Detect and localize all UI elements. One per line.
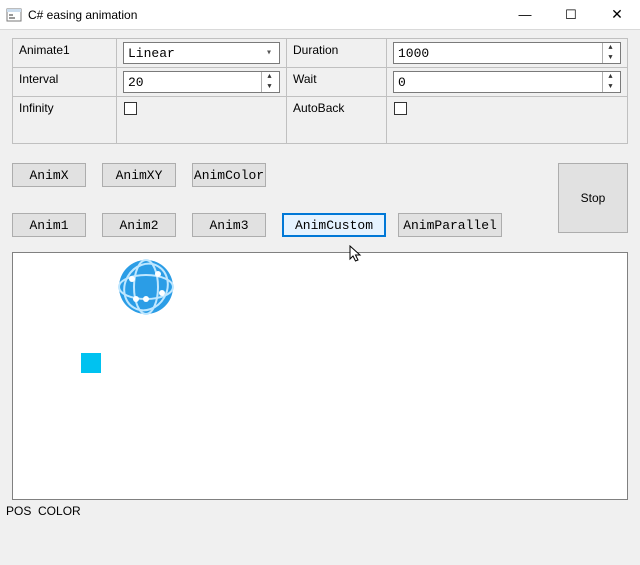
interval-label: Interval <box>13 68 117 96</box>
globe-sprite <box>118 259 174 315</box>
window-title: C# easing animation <box>28 8 137 22</box>
spinner-buttons[interactable]: ▲▼ <box>261 72 277 92</box>
square-sprite <box>81 353 101 373</box>
autoback-checkbox[interactable] <box>394 102 407 115</box>
status-pos: POS <box>6 504 31 518</box>
animate1-combobox[interactable]: Linear ▾ <box>123 42 280 64</box>
infinity-label: Infinity <box>13 97 117 143</box>
animx-button[interactable]: AnimX <box>12 163 86 187</box>
duration-spinner[interactable]: 1000 ▲▼ <box>393 42 621 64</box>
settings-panel: Animate1 Linear ▾ Duration 1000 ▲▼ Inter… <box>12 38 628 144</box>
animate1-value: Linear <box>128 46 261 61</box>
spinner-buttons[interactable]: ▲▼ <box>602 43 618 63</box>
stop-button[interactable]: Stop <box>558 163 628 233</box>
anim2-button[interactable]: Anim2 <box>102 213 176 237</box>
wait-label: Wait <box>287 68 387 96</box>
anim1-button[interactable]: Anim1 <box>12 213 86 237</box>
interval-value: 20 <box>128 75 261 90</box>
status-color: COLOR <box>38 504 81 518</box>
status-bar: POS COLOR <box>6 504 640 518</box>
button-area: AnimX AnimXY AnimColor Anim1 Anim2 Anim3… <box>12 158 628 238</box>
animate1-label: Animate1 <box>13 39 117 67</box>
titlebar: C# easing animation — ☐ ✕ <box>0 0 640 30</box>
anim3-button[interactable]: Anim3 <box>192 213 266 237</box>
minimize-button[interactable]: — <box>502 0 548 30</box>
animation-canvas <box>12 252 628 500</box>
duration-value: 1000 <box>398 46 602 61</box>
interval-spinner[interactable]: 20 ▲▼ <box>123 71 280 93</box>
animcustom-button[interactable]: AnimCustom <box>282 213 386 237</box>
autoback-label: AutoBack <box>287 97 387 143</box>
wait-value: 0 <box>398 75 602 90</box>
maximize-button[interactable]: ☐ <box>548 0 594 30</box>
duration-label: Duration <box>287 39 387 67</box>
wait-spinner[interactable]: 0 ▲▼ <box>393 71 621 93</box>
animcolor-button[interactable]: AnimColor <box>192 163 266 187</box>
close-button[interactable]: ✕ <box>594 0 640 30</box>
chevron-down-icon: ▾ <box>261 47 277 59</box>
animparallel-button[interactable]: AnimParallel <box>398 213 502 237</box>
spinner-buttons[interactable]: ▲▼ <box>602 72 618 92</box>
app-icon <box>6 7 22 23</box>
infinity-checkbox[interactable] <box>124 102 137 115</box>
animxy-button[interactable]: AnimXY <box>102 163 176 187</box>
